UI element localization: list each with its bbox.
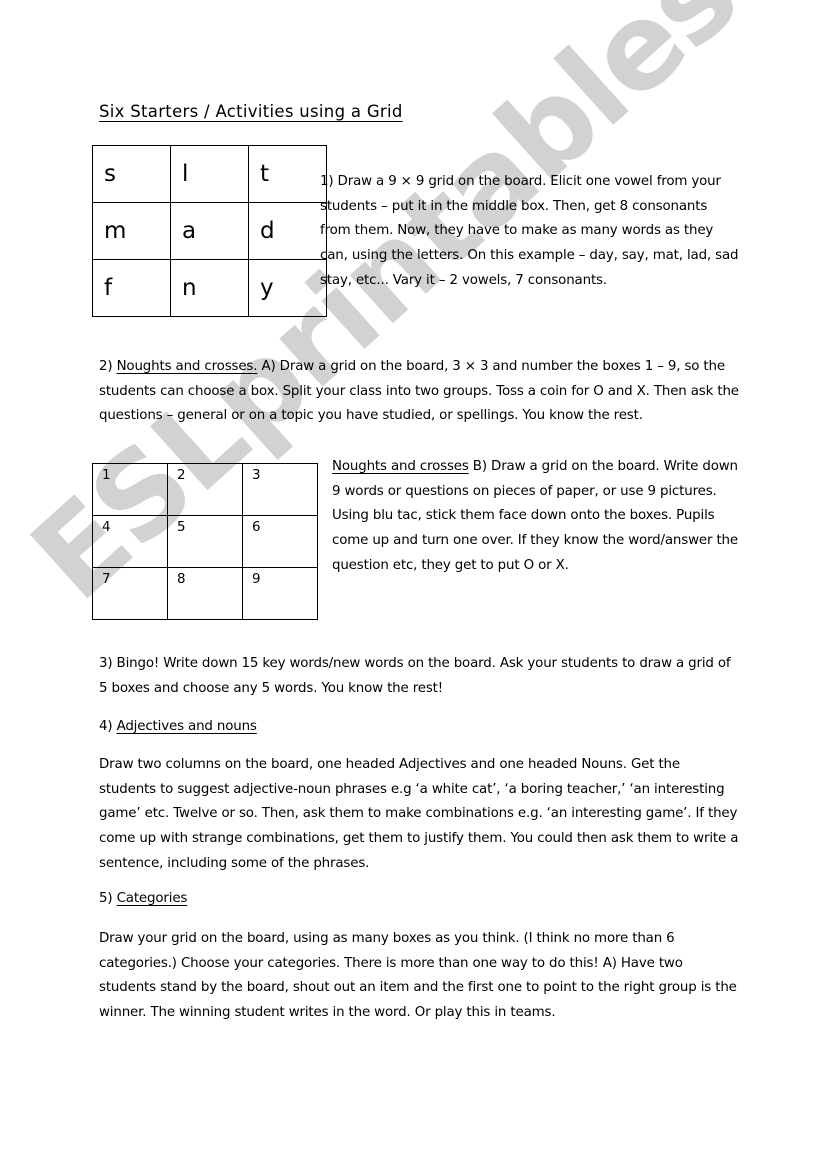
page-title: Six Starters / Activities using a Grid <box>99 102 403 121</box>
activity-5-number: 5) <box>99 891 113 906</box>
table-row: 1 2 3 <box>92 463 318 516</box>
table-row: 7 8 9 <box>92 567 318 620</box>
grid-cell-letter: d <box>248 202 327 260</box>
activity-2-number: 2) <box>99 359 113 374</box>
activity-5-paragraph: Draw your grid on the board, using as ma… <box>99 931 737 1021</box>
activity-4-paragraph: Draw two columns on the board, one heade… <box>99 757 739 871</box>
grid-cell-letter: f <box>92 259 171 317</box>
grid-cell-letter: y <box>248 259 327 317</box>
activity-5-heading-line: 5) Categories <box>99 887 739 912</box>
activity-2b-heading: Noughts and crosses <box>332 459 469 474</box>
grid-cell-letter: s <box>92 145 171 203</box>
grid-cell-letter: m <box>92 202 171 260</box>
activity-4-number: 4) <box>99 719 113 734</box>
activity-3-paragraph: 3) Bingo! Write down 15 key words/new wo… <box>99 656 731 696</box>
activity-4-heading: Adjectives and nouns <box>116 719 257 734</box>
activity-2a-paragraph: 2) Noughts and crosses. A) Draw a grid o… <box>99 355 739 429</box>
activity-5-heading: Categories <box>116 891 188 906</box>
grid-cell-letter: a <box>170 202 249 260</box>
table-row: f n y <box>92 259 327 317</box>
activity-2b-body: B) Draw a grid on the board. Write down … <box>332 459 738 573</box>
document-content: Six Starters / Activities using a Grid s… <box>0 0 826 1169</box>
grid-cell-number: 4 <box>92 515 168 568</box>
grid-cell-number: 9 <box>242 567 318 620</box>
grid-cell-number: 2 <box>167 463 243 516</box>
grid-cell-number: 7 <box>92 567 168 620</box>
grid-cell-number: 3 <box>242 463 318 516</box>
document-page: ESLprintables.com Six Starters / Activit… <box>0 0 826 1169</box>
table-row: 4 5 6 <box>92 515 318 568</box>
table-row: s l t <box>92 145 327 203</box>
table-row: m a d <box>92 202 327 260</box>
grid-cell-number: 6 <box>242 515 318 568</box>
grid-cell-letter: n <box>170 259 249 317</box>
activity-1-paragraph: 1) Draw a 9 × 9 grid on the board. Elici… <box>320 174 739 288</box>
letters-grid: s l t m a d f n y <box>92 145 327 317</box>
numbers-grid: 1 2 3 4 5 6 7 8 9 <box>92 463 318 620</box>
grid-cell-number: 8 <box>167 567 243 620</box>
activity-4-heading-line: 4) Adjectives and nouns <box>99 715 739 740</box>
grid-cell-letter: l <box>170 145 249 203</box>
activity-2-heading: Noughts and crosses. <box>116 359 258 374</box>
activity-2b-paragraph: Noughts and crosses B) Draw a grid on th… <box>332 455 740 579</box>
grid-cell-letter: t <box>248 145 327 203</box>
grid-cell-number: 5 <box>167 515 243 568</box>
grid-cell-number: 1 <box>92 463 168 516</box>
